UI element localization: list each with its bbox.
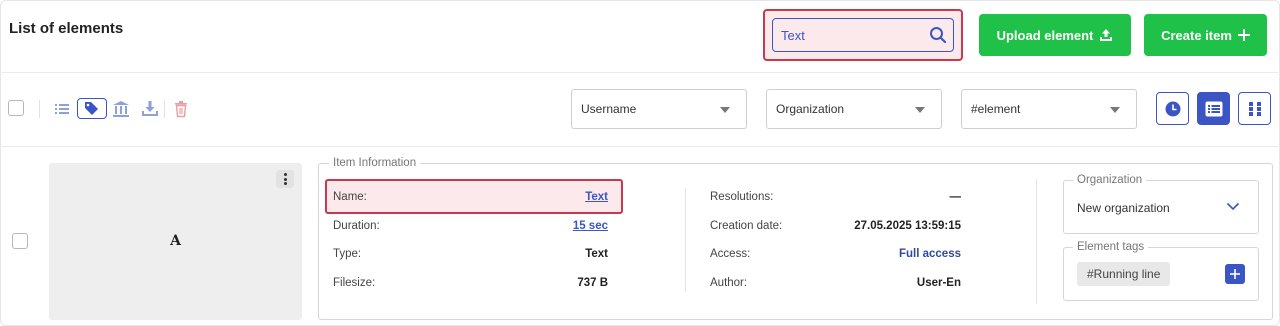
caret-down-icon	[1110, 107, 1120, 113]
element-tags-legend: Element tags	[1073, 241, 1149, 253]
author-label: Author:	[710, 277, 748, 289]
duration-label: Duration:	[333, 220, 380, 232]
toolbar-separator	[39, 100, 40, 118]
resolutions-label: Resolutions:	[710, 191, 774, 203]
grid-view-icon	[1248, 101, 1261, 116]
organization-value: New organization	[1077, 201, 1170, 215]
list-view-button[interactable]	[1197, 92, 1230, 125]
search-icon[interactable]	[929, 26, 947, 44]
plus-icon	[1230, 269, 1240, 279]
item-information-legend: Item Information	[329, 157, 421, 169]
search-highlight	[763, 9, 963, 61]
type-label: Type:	[333, 248, 362, 260]
organization-legend: Organization	[1073, 174, 1147, 186]
add-tag-button[interactable]	[1225, 264, 1245, 284]
username-filter-label: Username	[581, 102, 637, 116]
create-item-label: Create item	[1161, 27, 1232, 43]
organization-filter-dropdown[interactable]: Organization	[766, 89, 942, 129]
list-view-icon	[1205, 101, 1222, 116]
select-all-checkbox[interactable]	[8, 100, 24, 116]
item-checkbox[interactable]	[12, 233, 28, 249]
grid-view-button[interactable]	[1238, 92, 1271, 125]
item-thumbnail[interactable]: A	[49, 163, 302, 320]
creation-date-value: 27.05.2025 13:59:15	[854, 220, 961, 232]
creation-date-label: Creation date:	[710, 220, 783, 232]
chevron-down-icon	[1226, 202, 1240, 211]
filesize-label: Filesize:	[333, 277, 376, 289]
name-field-highlight	[325, 179, 623, 214]
toolbar-divider	[2, 146, 1278, 147]
filesize-value: 737 B	[577, 277, 608, 289]
clock-icon	[1165, 101, 1180, 116]
access-label: Access:	[710, 248, 751, 260]
plus-icon	[1237, 29, 1250, 41]
tag-icon	[85, 102, 98, 115]
caret-down-icon	[720, 107, 730, 113]
element-tag-filter-dropdown[interactable]: #element	[961, 89, 1137, 129]
thumbnail-letter: A	[170, 233, 181, 249]
column-divider	[685, 188, 686, 292]
list-icon[interactable]	[53, 100, 71, 118]
recent-view-button[interactable]	[1156, 92, 1189, 125]
organization-filter-label: Organization	[776, 102, 845, 116]
search-input[interactable]	[773, 19, 923, 51]
upload-element-button[interactable]: Upload element	[979, 14, 1131, 56]
toolbar-separator	[164, 100, 165, 118]
type-value: Text	[585, 248, 608, 260]
search-field[interactable]	[772, 18, 954, 52]
username-filter-dropdown[interactable]: Username	[571, 89, 747, 129]
element-tag-chip[interactable]: #Running line	[1077, 262, 1171, 286]
upload-icon	[1100, 29, 1113, 41]
download-icon[interactable]	[141, 100, 159, 118]
more-options-icon[interactable]	[276, 170, 294, 188]
name-value-link[interactable]: Text	[585, 191, 608, 203]
column-divider	[1036, 179, 1037, 304]
element-tag-filter-label: #element	[971, 102, 1021, 116]
access-value: Full access	[898, 248, 961, 260]
page-title: List of elements	[9, 20, 124, 37]
create-item-button[interactable]: Create item	[1144, 14, 1267, 56]
trash-icon[interactable]	[172, 100, 190, 118]
name-label: Name:	[333, 191, 367, 203]
author-value: User-En	[916, 277, 961, 289]
duration-value-link[interactable]: 15 sec	[573, 220, 608, 232]
resolutions-value: —	[949, 191, 962, 203]
list-panel: List of elements Upload element Create i…	[0, 0, 1280, 326]
tags-toggle-button[interactable]	[77, 98, 107, 119]
organization-select[interactable]: New organization	[1063, 180, 1259, 234]
caret-down-icon	[915, 107, 925, 113]
bank-icon[interactable]	[112, 100, 130, 118]
header-divider	[2, 72, 1278, 73]
upload-element-label: Upload element	[996, 27, 1094, 43]
